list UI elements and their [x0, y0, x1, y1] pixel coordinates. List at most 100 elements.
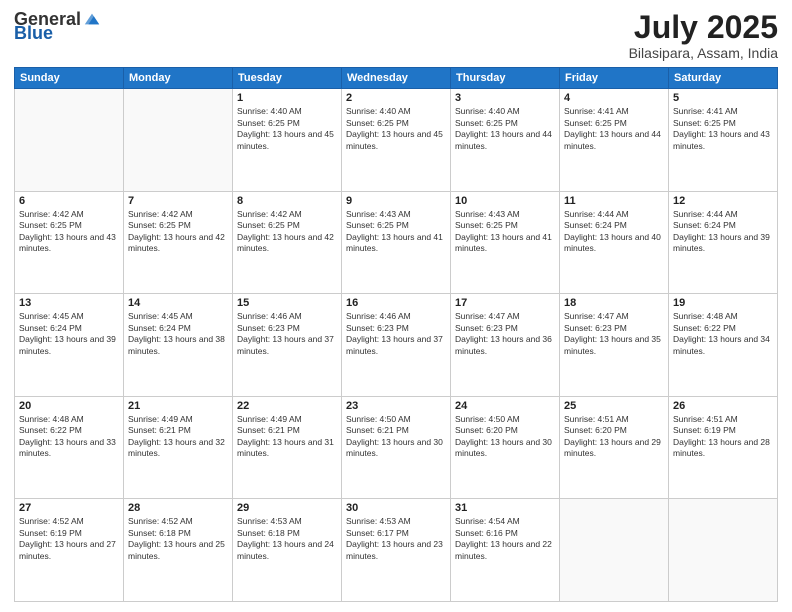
col-wednesday: Wednesday [342, 68, 451, 89]
day-number: 27 [19, 502, 119, 514]
table-row: 6 Sunrise: 4:42 AMSunset: 6:25 PMDaylight… [15, 191, 124, 294]
day-number: 10 [455, 195, 555, 207]
table-row: 10 Sunrise: 4:43 AMSunset: 6:25 PMDayligh… [451, 191, 560, 294]
day-info: Sunrise: 4:41 AMSunset: 6:25 PMDaylight:… [673, 106, 773, 152]
day-number: 20 [19, 400, 119, 412]
table-row: 31Sunrise: 4:54 AMSunset: 6:16 PMDayligh… [451, 499, 560, 602]
day-info: Sunrise: 4:43 AMSunset: 6:25 PMDaylight:… [455, 209, 555, 255]
day-number: 28 [128, 502, 228, 514]
table-row: 24Sunrise: 4:50 AMSunset: 6:20 PMDayligh… [451, 396, 560, 499]
table-row: 1 Sunrise: 4:40 AMSunset: 6:25 PMDaylight… [233, 89, 342, 192]
logo-blue: Blue [14, 24, 53, 42]
day-number: 6 [19, 195, 119, 207]
day-info: Sunrise: 4:48 AMSunset: 6:22 PMDaylight:… [19, 414, 119, 460]
day-number: 17 [455, 297, 555, 309]
day-info: Sunrise: 4:49 AMSunset: 6:21 PMDaylight:… [237, 414, 337, 460]
page: General Blue July 2025 Bilasipara, Assam… [0, 0, 792, 612]
table-row: 4Sunrise: 4:41 AMSunset: 6:25 PMDaylight… [560, 89, 669, 192]
day-info: Sunrise: 4:41 AMSunset: 6:25 PMDaylight:… [564, 106, 664, 152]
day-number: 25 [564, 400, 664, 412]
table-row: 30 Sunrise: 4:53 AMSunset: 6:17 PMDayligh… [342, 499, 451, 602]
table-row: 12 Sunrise: 4:44 AMSunset: 6:24 PMDayligh… [669, 191, 778, 294]
table-row [669, 499, 778, 602]
day-info: Sunrise: 4:49 AMSunset: 6:21 PMDaylight:… [128, 414, 228, 460]
col-tuesday: Tuesday [233, 68, 342, 89]
day-info: Sunrise: 4:42 AMSunset: 6:25 PMDaylight:… [128, 209, 228, 255]
day-info: Sunrise: 4:42 AMSunset: 6:25 PMDaylight:… [19, 209, 119, 255]
col-thursday: Thursday [451, 68, 560, 89]
day-info: Sunrise: 4:46 AMSunset: 6:23 PMDaylight:… [237, 311, 337, 357]
day-info: Sunrise: 4:50 AMSunset: 6:20 PMDaylight:… [455, 414, 555, 460]
table-row: 21 Sunrise: 4:49 AMSunset: 6:21 PMDayligh… [124, 396, 233, 499]
day-number: 15 [237, 297, 337, 309]
day-info: Sunrise: 4:40 AMSunset: 6:25 PMDaylight:… [346, 106, 446, 152]
logo-icon [83, 10, 101, 28]
day-number: 11 [564, 195, 664, 207]
day-number: 2 [346, 92, 446, 104]
day-number: 3 [455, 92, 555, 104]
table-row: 16Sunrise: 4:46 AMSunset: 6:23 PMDayligh… [342, 294, 451, 397]
table-row [124, 89, 233, 192]
logo: General Blue [14, 10, 101, 42]
table-row: 26Sunrise: 4:51 AMSunset: 6:19 PMDayligh… [669, 396, 778, 499]
day-info: Sunrise: 4:45 AMSunset: 6:24 PMDaylight:… [128, 311, 228, 357]
day-number: 23 [346, 400, 446, 412]
table-row: 18 Sunrise: 4:47 AMSunset: 6:23 PMDayligh… [560, 294, 669, 397]
day-info: Sunrise: 4:43 AMSunset: 6:25 PMDaylight:… [346, 209, 446, 255]
col-friday: Friday [560, 68, 669, 89]
day-info: Sunrise: 4:40 AMSunset: 6:25 PMDaylight:… [455, 106, 555, 152]
table-row: 19 Sunrise: 4:48 AMSunset: 6:22 PMDayligh… [669, 294, 778, 397]
day-info: Sunrise: 4:42 AMSunset: 6:25 PMDaylight:… [237, 209, 337, 255]
day-number: 14 [128, 297, 228, 309]
day-number: 13 [19, 297, 119, 309]
day-number: 18 [564, 297, 664, 309]
table-row: 11Sunrise: 4:44 AMSunset: 6:24 PMDayligh… [560, 191, 669, 294]
day-number: 29 [237, 502, 337, 514]
table-row: 17 Sunrise: 4:47 AMSunset: 6:23 PMDayligh… [451, 294, 560, 397]
calendar-header-row: Sunday Monday Tuesday Wednesday Thursday… [15, 68, 778, 89]
calendar-week-row: 1 Sunrise: 4:40 AMSunset: 6:25 PMDaylight… [15, 89, 778, 192]
day-info: Sunrise: 4:46 AMSunset: 6:23 PMDaylight:… [346, 311, 446, 357]
title-month: July 2025 [629, 10, 778, 45]
table-row: 20 Sunrise: 4:48 AMSunset: 6:22 PMDayligh… [15, 396, 124, 499]
calendar-week-row: 20 Sunrise: 4:48 AMSunset: 6:22 PMDayligh… [15, 396, 778, 499]
day-info: Sunrise: 4:53 AMSunset: 6:18 PMDaylight:… [237, 516, 337, 562]
day-number: 19 [673, 297, 773, 309]
day-info: Sunrise: 4:47 AMSunset: 6:23 PMDaylight:… [564, 311, 664, 357]
day-info: Sunrise: 4:48 AMSunset: 6:22 PMDaylight:… [673, 311, 773, 357]
table-row: 15 Sunrise: 4:46 AMSunset: 6:23 PMDayligh… [233, 294, 342, 397]
table-row: 22Sunrise: 4:49 AMSunset: 6:21 PMDayligh… [233, 396, 342, 499]
table-row: 23Sunrise: 4:50 AMSunset: 6:21 PMDayligh… [342, 396, 451, 499]
day-info: Sunrise: 4:53 AMSunset: 6:17 PMDaylight:… [346, 516, 446, 562]
day-info: Sunrise: 4:44 AMSunset: 6:24 PMDaylight:… [673, 209, 773, 255]
calendar-week-row: 13 Sunrise: 4:45 AMSunset: 6:24 PMDayligh… [15, 294, 778, 397]
day-number: 26 [673, 400, 773, 412]
day-info: Sunrise: 4:54 AMSunset: 6:16 PMDaylight:… [455, 516, 555, 562]
table-row: 28Sunrise: 4:52 AMSunset: 6:18 PMDayligh… [124, 499, 233, 602]
col-saturday: Saturday [669, 68, 778, 89]
table-row: 2 Sunrise: 4:40 AMSunset: 6:25 PMDaylight… [342, 89, 451, 192]
table-row: 14 Sunrise: 4:45 AMSunset: 6:24 PMDayligh… [124, 294, 233, 397]
col-sunday: Sunday [15, 68, 124, 89]
calendar-week-row: 6 Sunrise: 4:42 AMSunset: 6:25 PMDaylight… [15, 191, 778, 294]
table-row [15, 89, 124, 192]
day-number: 7 [128, 195, 228, 207]
table-row: 8 Sunrise: 4:42 AMSunset: 6:25 PMDaylight… [233, 191, 342, 294]
day-number: 12 [673, 195, 773, 207]
day-number: 21 [128, 400, 228, 412]
day-info: Sunrise: 4:52 AMSunset: 6:19 PMDaylight:… [19, 516, 119, 562]
day-number: 1 [237, 92, 337, 104]
day-number: 9 [346, 195, 446, 207]
day-number: 8 [237, 195, 337, 207]
calendar-week-row: 27 Sunrise: 4:52 AMSunset: 6:19 PMDayligh… [15, 499, 778, 602]
day-info: Sunrise: 4:47 AMSunset: 6:23 PMDaylight:… [455, 311, 555, 357]
day-number: 30 [346, 502, 446, 514]
title-location: Bilasipara, Assam, India [629, 45, 778, 61]
day-info: Sunrise: 4:45 AMSunset: 6:24 PMDaylight:… [19, 311, 119, 357]
header: General Blue July 2025 Bilasipara, Assam… [14, 10, 778, 61]
table-row: 27 Sunrise: 4:52 AMSunset: 6:19 PMDayligh… [15, 499, 124, 602]
table-row: 7 Sunrise: 4:42 AMSunset: 6:25 PMDaylight… [124, 191, 233, 294]
day-info: Sunrise: 4:40 AMSunset: 6:25 PMDaylight:… [237, 106, 337, 152]
table-row: 3 Sunrise: 4:40 AMSunset: 6:25 PMDaylight… [451, 89, 560, 192]
day-number: 5 [673, 92, 773, 104]
